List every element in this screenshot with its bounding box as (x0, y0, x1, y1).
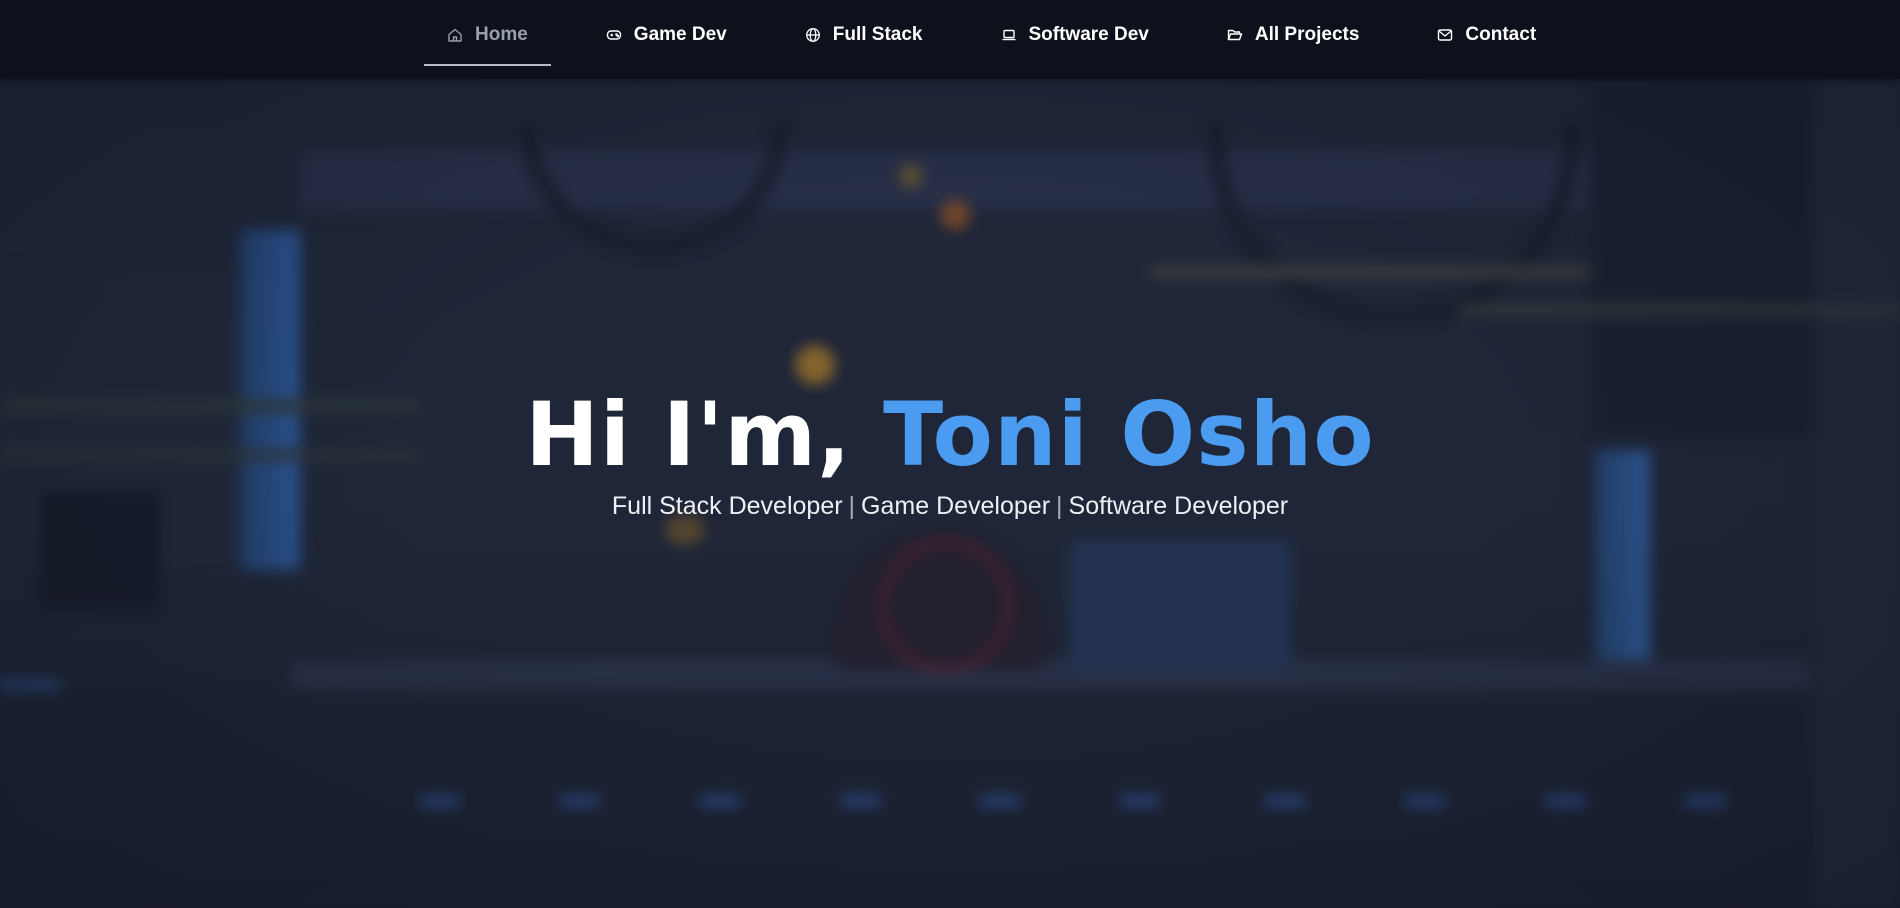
globe-icon (805, 27, 821, 43)
nav-item-full-stack[interactable]: Full Stack (782, 4, 946, 66)
role-separator: | (848, 492, 856, 520)
nav-label-contact: Contact (1465, 24, 1537, 45)
hero-greeting: Hi I'm, (525, 383, 884, 486)
nav-label-game-dev: Game Dev (633, 24, 727, 45)
nav-list: Home Game Dev Full Stack Software Dev Al… (424, 0, 1559, 70)
hero-section: Hi I'm, Toni Osho Full Stack Developer | G… (0, 380, 1900, 521)
top-navbar: Home Game Dev Full Stack Software Dev Al… (0, 0, 1900, 79)
nav-label-software-dev: Software Dev (1028, 24, 1149, 45)
hero-role-software-dev: Software Developer (1068, 492, 1289, 520)
nav-label-home: Home (475, 24, 528, 45)
gamepad-icon (606, 27, 622, 43)
nav-item-game-dev[interactable]: Game Dev (583, 4, 750, 66)
hero-title: Hi I'm, Toni Osho (0, 380, 1900, 490)
nav-item-software-dev[interactable]: Software Dev (978, 4, 1172, 66)
hero-role-game-dev: Game Developer (861, 492, 1051, 520)
nav-label-all-projects: All Projects (1254, 24, 1360, 45)
hero-role-full-stack: Full Stack Developer (611, 492, 843, 520)
hero-subtitle: Full Stack Developer | Game Developer | Soft… (0, 492, 1900, 521)
nav-item-contact[interactable]: Contact (1414, 4, 1559, 66)
home-icon (447, 27, 463, 43)
laptop-icon (1001, 27, 1017, 43)
page: Home Game Dev Full Stack Software Dev Al… (0, 0, 1900, 908)
folder-open-icon (1227, 27, 1243, 43)
hero-name: Toni Osho (883, 383, 1375, 486)
nav-item-home[interactable]: Home (424, 4, 551, 66)
role-separator: | (1056, 492, 1063, 520)
nav-label-full-stack: Full Stack (832, 24, 923, 45)
nav-item-all-projects[interactable]: All Projects (1204, 4, 1383, 66)
mail-icon (1437, 27, 1453, 43)
